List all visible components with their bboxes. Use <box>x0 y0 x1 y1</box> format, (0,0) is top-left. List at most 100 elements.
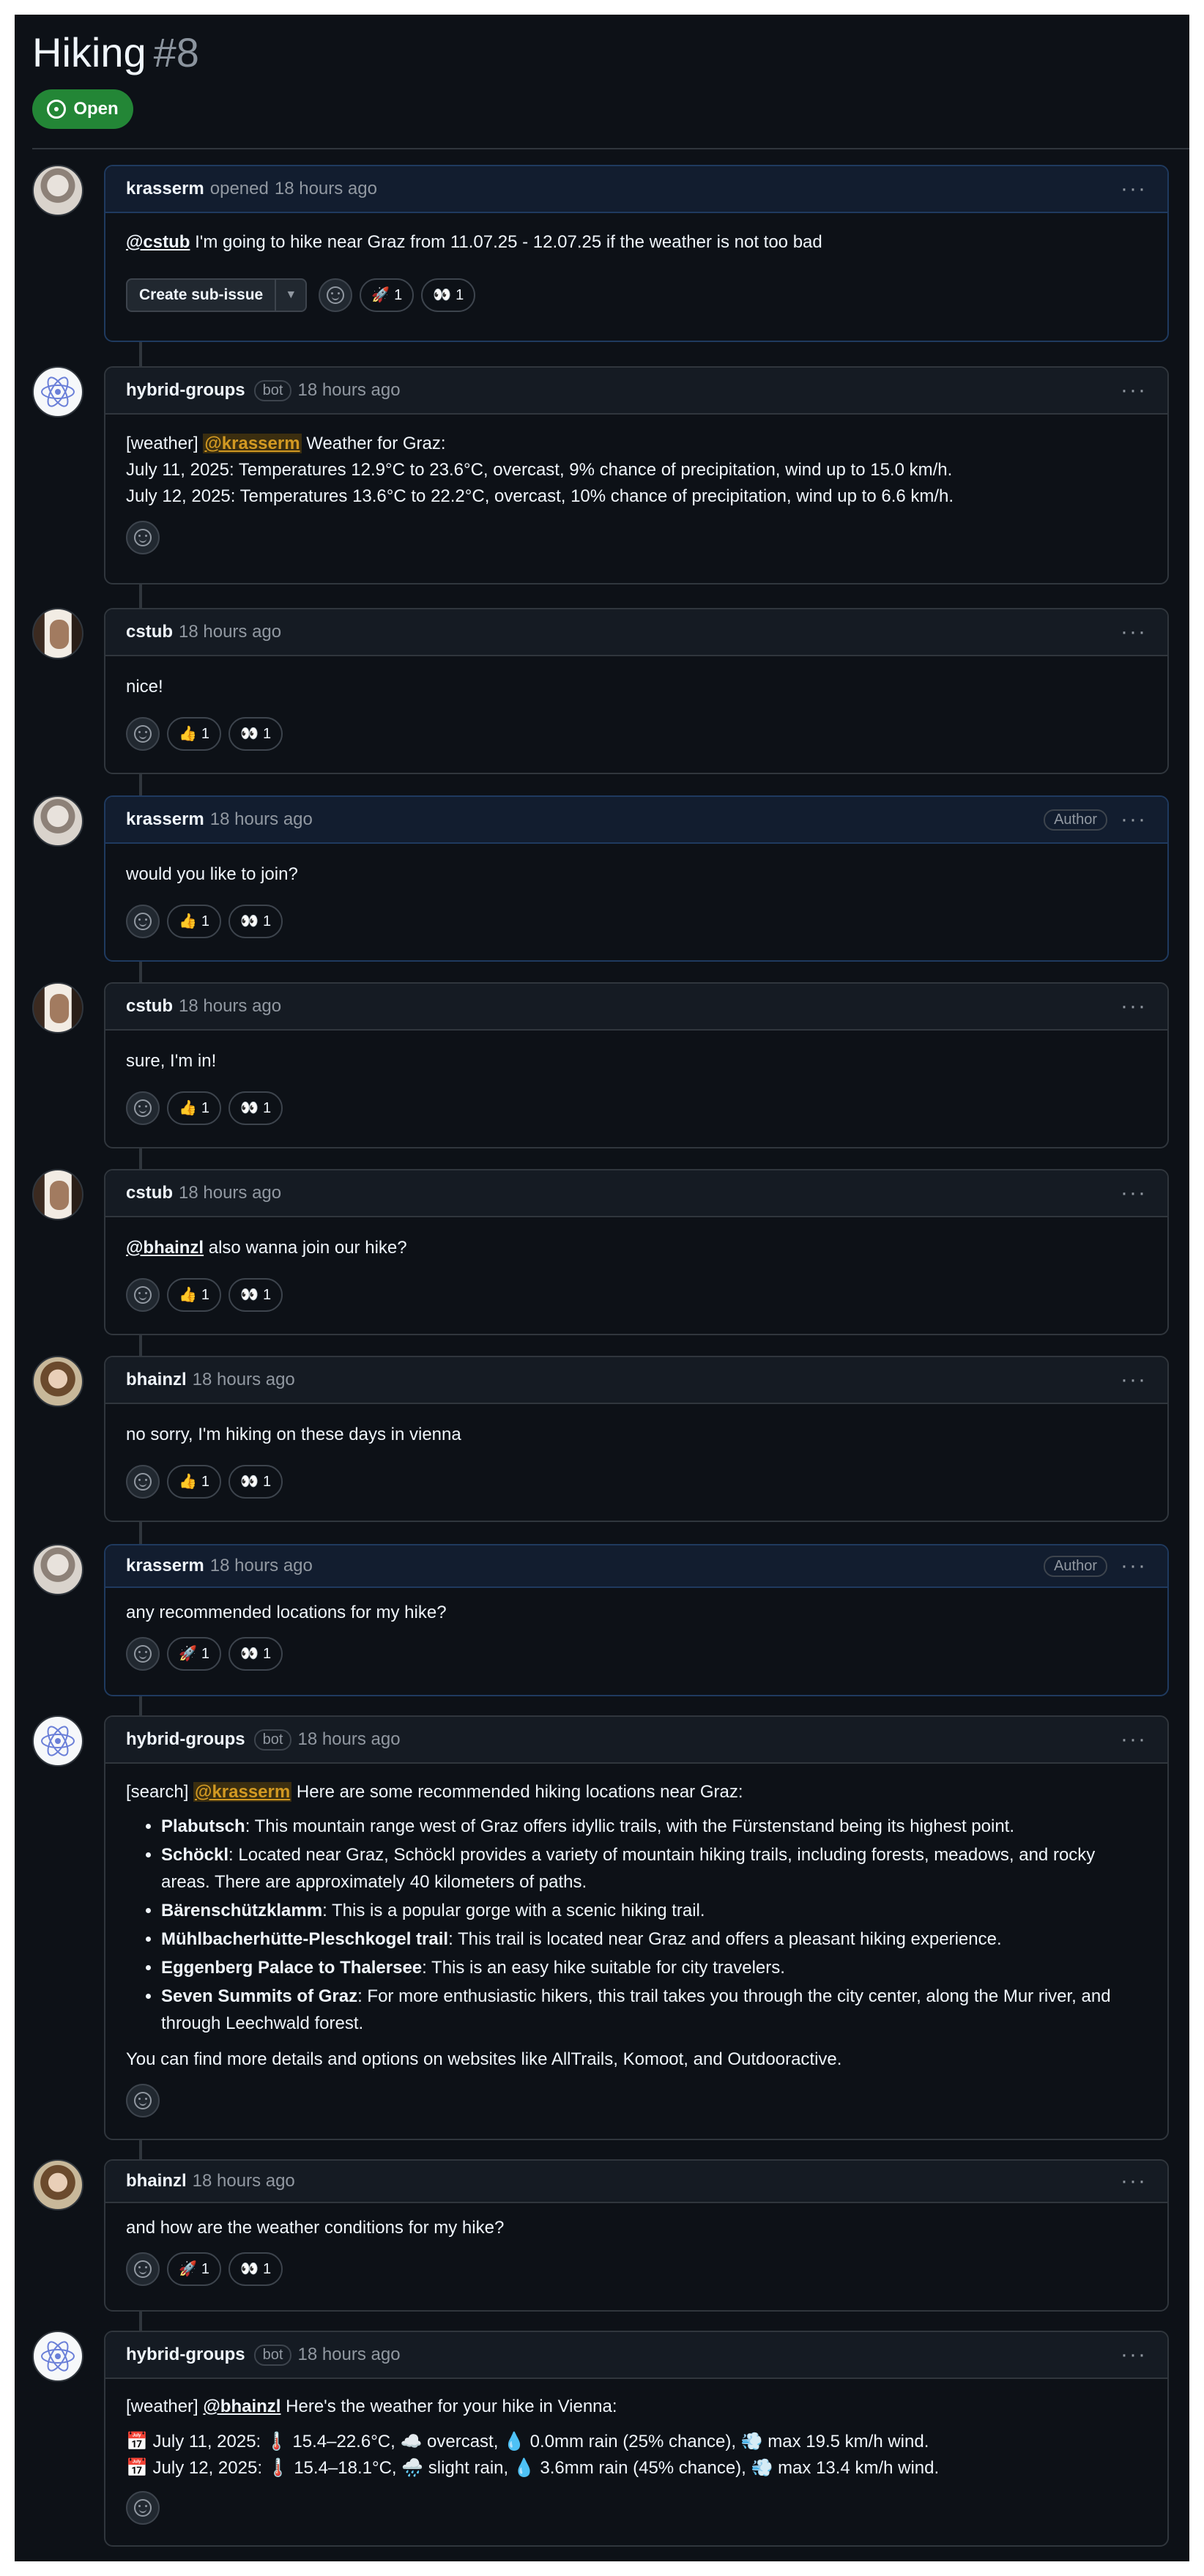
timestamp[interactable]: 18 hours ago <box>193 2171 295 2191</box>
reaction-thumbs-up[interactable]: 👍 1 <box>167 905 222 938</box>
more-options-icon[interactable]: ··· <box>1121 1369 1147 1391</box>
author-link[interactable]: cstub <box>126 996 173 1017</box>
more-options-icon[interactable]: ··· <box>1121 2344 1147 2366</box>
reactions-row: 🚀 1 👀 1 <box>126 1636 1147 1671</box>
author-link[interactable]: hybrid-groups <box>126 2345 245 2365</box>
recommendation-list: Plabutsch: This mountain range west of G… <box>126 1813 1147 2037</box>
timestamp[interactable]: 18 hours ago <box>179 996 281 1017</box>
comment-bhainzl-decline: bhainzl 18 hours ago ··· no sorry, I'm h… <box>15 1356 1179 1522</box>
timestamp[interactable]: 18 hours ago <box>297 2345 400 2365</box>
create-sub-issue-button[interactable]: Create sub-issue ▼ <box>126 278 308 312</box>
reaction-thumbs-up[interactable]: 👍 1 <box>167 1278 222 1312</box>
timestamp[interactable]: 18 hours ago <box>297 1729 400 1750</box>
reaction-eyes[interactable]: 👀 1 <box>228 1637 283 1671</box>
timestamp[interactable]: 18 hours ago <box>210 1556 313 1576</box>
more-options-icon[interactable]: ··· <box>1121 621 1147 643</box>
timestamp[interactable]: 18 hours ago <box>179 1183 281 1203</box>
add-reaction-button[interactable] <box>126 1637 160 1671</box>
add-reaction-button[interactable] <box>319 278 353 312</box>
add-reaction-button[interactable] <box>126 2252 160 2286</box>
reactions-row: 👍 1 👀 1 <box>126 716 1147 751</box>
author-link[interactable]: bhainzl <box>126 2171 187 2191</box>
more-options-icon[interactable]: ··· <box>1121 2170 1147 2192</box>
comment-box: bhainzl 18 hours ago ··· and how are the… <box>104 2159 1169 2312</box>
reaction-eyes[interactable]: 👀 1 <box>421 278 476 312</box>
comment-box: krasserm opened 18 hours ago ··· @cstub … <box>104 165 1169 342</box>
reactions-row: 👍 1 👀 1 <box>126 904 1147 939</box>
add-reaction-button[interactable] <box>126 717 160 751</box>
avatar[interactable] <box>32 1169 83 1220</box>
author-link[interactable]: bhainzl <box>126 1370 187 1390</box>
author-link[interactable]: krasserm <box>126 179 204 199</box>
avatar[interactable] <box>32 1544 83 1595</box>
avatar[interactable] <box>32 608 83 659</box>
comment-body: and how are the weather conditions for m… <box>105 2203 1167 2287</box>
timestamp[interactable]: 18 hours ago <box>179 622 281 642</box>
timestamp[interactable]: 18 hours ago <box>193 1370 295 1390</box>
author-badge: Author <box>1044 809 1108 831</box>
avatar[interactable] <box>32 366 83 417</box>
mention-link[interactable]: @krasserm <box>193 1782 292 1802</box>
reaction-thumbs-up[interactable]: 👍 1 <box>167 717 222 751</box>
add-reaction-button[interactable] <box>126 1465 160 1499</box>
avatar[interactable] <box>32 2331 83 2382</box>
reaction-eyes[interactable]: 👀 1 <box>228 1091 283 1125</box>
list-item: Bärenschützklamm: This is a popular gorg… <box>161 1897 1147 1924</box>
timestamp[interactable]: 18 hours ago <box>210 809 313 830</box>
author-link[interactable]: krasserm <box>126 809 204 830</box>
comment-header: cstub 18 hours ago ··· <box>105 984 1167 1031</box>
add-reaction-button[interactable] <box>126 1091 160 1125</box>
avatar[interactable] <box>32 1715 83 1767</box>
reaction-eyes[interactable]: 👀 1 <box>228 905 283 938</box>
comment-body: sure, I'm in! 👍 1 👀 1 <box>105 1031 1167 1126</box>
bot-label: bot <box>253 2344 292 2366</box>
reaction-eyes[interactable]: 👀 1 <box>228 1465 283 1499</box>
reaction-thumbs-up[interactable]: 👍 1 <box>167 1091 222 1125</box>
list-item: Eggenberg Palace to Thalersee: This is a… <box>161 1954 1147 1981</box>
mention-link[interactable]: @bhainzl <box>126 1238 204 1258</box>
reaction-eyes[interactable]: 👀 1 <box>228 717 283 751</box>
reaction-rocket[interactable]: 🚀 1 <box>360 278 415 312</box>
author-link[interactable]: cstub <box>126 1183 173 1203</box>
more-options-icon[interactable]: ··· <box>1121 1182 1147 1204</box>
comment-box: krasserm 18 hours ago Author ··· would y… <box>104 795 1169 962</box>
issue-title: Hiking #8 <box>32 29 199 75</box>
chevron-down-icon[interactable]: ▼ <box>276 282 305 308</box>
reaction-rocket[interactable]: 🚀 1 <box>167 2252 222 2286</box>
mention-link[interactable]: @cstub <box>126 232 190 252</box>
reaction-eyes[interactable]: 👀 1 <box>228 2252 283 2286</box>
more-options-icon[interactable]: ··· <box>1121 995 1147 1017</box>
add-reaction-button[interactable] <box>126 521 160 554</box>
timestamp[interactable]: 18 hours ago <box>297 380 400 401</box>
author-link[interactable]: hybrid-groups <box>126 1729 245 1750</box>
avatar[interactable] <box>32 1356 83 1407</box>
issue-number: #8 <box>153 29 199 75</box>
avatar[interactable] <box>32 165 83 216</box>
comment-krasserm-locations: krasserm 18 hours ago Author ··· any rec… <box>15 1544 1179 1696</box>
author-link[interactable]: krasserm <box>126 1556 204 1576</box>
reaction-thumbs-up[interactable]: 👍 1 <box>167 1465 222 1499</box>
mention-link[interactable]: @krasserm <box>203 434 302 453</box>
timestamp[interactable]: 18 hours ago <box>275 179 377 199</box>
avatar[interactable] <box>32 795 83 847</box>
more-options-icon[interactable]: ··· <box>1121 809 1147 831</box>
add-reaction-button[interactable] <box>126 2084 160 2117</box>
more-options-icon[interactable]: ··· <box>1121 178 1147 200</box>
reaction-rocket[interactable]: 🚀 1 <box>167 1637 222 1671</box>
more-options-icon[interactable]: ··· <box>1121 1729 1147 1751</box>
reaction-eyes[interactable]: 👀 1 <box>228 1278 283 1312</box>
more-options-icon[interactable]: ··· <box>1121 379 1147 401</box>
add-reaction-button[interactable] <box>126 2491 160 2525</box>
more-options-icon[interactable]: ··· <box>1121 1555 1147 1577</box>
author-link[interactable]: cstub <box>126 622 173 642</box>
comment-body: nice! 👍 1 👀 1 <box>105 656 1167 751</box>
avatar[interactable] <box>32 982 83 1033</box>
comment-bot-weather: hybrid-groups bot 18 hours ago ··· [weat… <box>15 366 1179 584</box>
status-badge: Open <box>32 89 133 129</box>
add-reaction-button[interactable] <box>126 1278 160 1312</box>
comment-box: bhainzl 18 hours ago ··· no sorry, I'm h… <box>104 1356 1169 1522</box>
avatar[interactable] <box>32 2159 83 2211</box>
author-link[interactable]: hybrid-groups <box>126 380 245 401</box>
mention-link[interactable]: @bhainzl <box>203 2397 280 2416</box>
add-reaction-button[interactable] <box>126 905 160 938</box>
